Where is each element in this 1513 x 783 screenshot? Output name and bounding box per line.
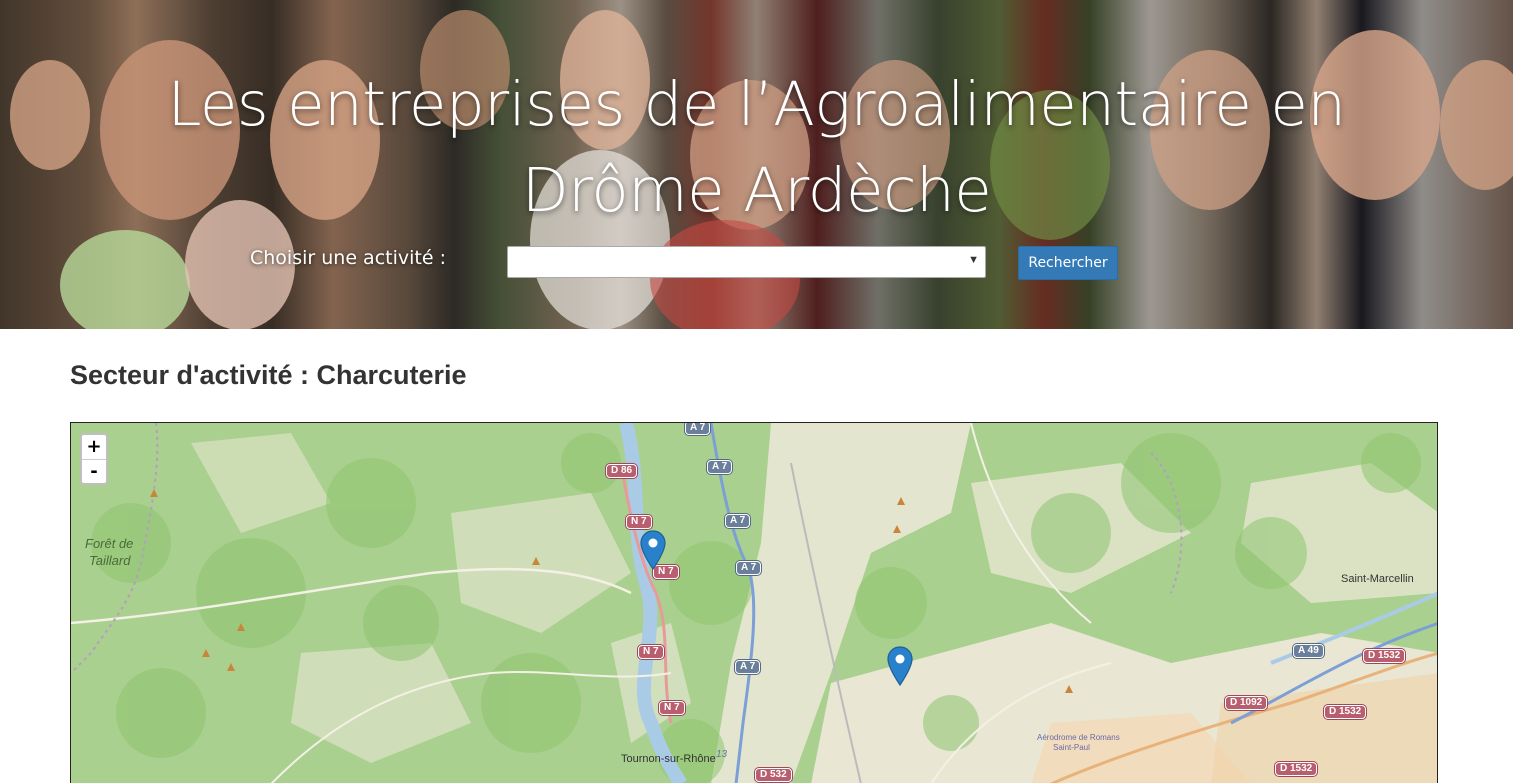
road-number: 13 <box>716 749 728 760</box>
road-shield: A 7 <box>707 460 733 474</box>
road-shield: N 7 <box>638 645 664 659</box>
zoom-out-button[interactable]: - <box>82 459 106 483</box>
road-shield: A 7 <box>735 660 761 674</box>
road-shield: D 532 <box>755 768 792 782</box>
road-shield: A 7 <box>736 561 762 575</box>
map-marker-icon[interactable] <box>887 646 913 686</box>
road-shield: D 1532 <box>1275 762 1318 776</box>
road-shield: A 7 <box>685 423 711 435</box>
map-marker-icon[interactable] <box>640 530 666 570</box>
place-label: Saint-Paul <box>1053 743 1090 752</box>
road-shield: A 7 <box>725 514 751 528</box>
map[interactable]: + - Forêt de Taillard Saint-Marcellin To… <box>70 422 1438 783</box>
road-shield: N 7 <box>659 701 685 715</box>
title-line-2: Drôme Ardèche <box>521 155 992 226</box>
hero-banner: Les entreprises de l’Agroalimentaire en … <box>0 0 1513 329</box>
sector-heading: Secteur d'activité : Charcuterie <box>70 360 467 390</box>
place-label: Forêt de <box>85 536 134 551</box>
page-title: Les entreprises de l’Agroalimentaire en … <box>0 62 1513 234</box>
road-shield: D 1532 <box>1324 705 1367 719</box>
road-shield: D 1532 <box>1363 649 1406 663</box>
activity-select[interactable]: ▼ <box>507 246 986 278</box>
road-shield: N 7 <box>626 515 652 529</box>
photo-cabbage <box>60 230 190 329</box>
zoom-control: + - <box>80 433 108 485</box>
search-button[interactable]: Rechercher <box>1018 246 1118 280</box>
place-label: Saint-Marcellin <box>1341 573 1414 585</box>
chevron-down-icon: ▼ <box>968 254 979 266</box>
place-label: Tournon-sur-Rhône <box>621 753 716 765</box>
road-shield: D 1092 <box>1225 696 1268 710</box>
place-label: Taillard <box>89 553 131 568</box>
road-shield: A 49 <box>1293 644 1324 658</box>
title-line-1: Les entreprises de l’Agroalimentaire en <box>167 69 1346 140</box>
road-shield: D 86 <box>606 464 638 478</box>
place-label: Aérodrome de Romans <box>1037 733 1120 742</box>
activity-label: Choisir une activité : <box>250 247 446 269</box>
zoom-in-button[interactable]: + <box>82 435 106 459</box>
map-tiles <box>71 423 1437 783</box>
